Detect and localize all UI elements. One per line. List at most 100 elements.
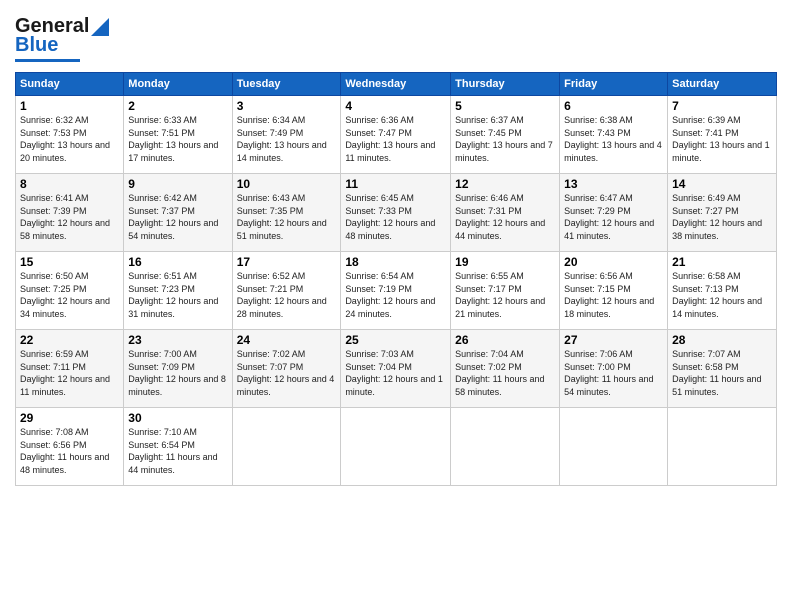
calendar-cell: 28 Sunrise: 7:07 AM Sunset: 6:58 PM Dayl…: [668, 330, 777, 408]
calendar-cell: 6 Sunrise: 6:38 AM Sunset: 7:43 PM Dayli…: [560, 96, 668, 174]
weekday-friday: Friday: [560, 73, 668, 96]
calendar-cell: 8 Sunrise: 6:41 AM Sunset: 7:39 PM Dayli…: [16, 174, 124, 252]
day-number: 14: [672, 177, 772, 191]
day-number: 1: [20, 99, 119, 113]
day-number: 7: [672, 99, 772, 113]
calendar-table: SundayMondayTuesdayWednesdayThursdayFrid…: [15, 72, 777, 486]
logo-underline: [15, 59, 80, 62]
day-info: Sunrise: 6:45 AM Sunset: 7:33 PM Dayligh…: [345, 192, 446, 242]
calendar-cell: 26 Sunrise: 7:04 AM Sunset: 7:02 PM Dayl…: [451, 330, 560, 408]
calendar-cell: 14 Sunrise: 6:49 AM Sunset: 7:27 PM Dayl…: [668, 174, 777, 252]
calendar-cell: 21 Sunrise: 6:58 AM Sunset: 7:13 PM Dayl…: [668, 252, 777, 330]
day-number: 6: [564, 99, 663, 113]
day-info: Sunrise: 6:47 AM Sunset: 7:29 PM Dayligh…: [564, 192, 663, 242]
day-number: 23: [128, 333, 227, 347]
day-info: Sunrise: 6:58 AM Sunset: 7:13 PM Dayligh…: [672, 270, 772, 320]
day-info: Sunrise: 6:38 AM Sunset: 7:43 PM Dayligh…: [564, 114, 663, 164]
calendar-cell: 29 Sunrise: 7:08 AM Sunset: 6:56 PM Dayl…: [16, 408, 124, 486]
day-info: Sunrise: 7:10 AM Sunset: 6:54 PM Dayligh…: [128, 426, 227, 476]
weekday-monday: Monday: [124, 73, 232, 96]
day-number: 12: [455, 177, 555, 191]
logo-triangle-icon: [89, 16, 111, 38]
day-number: 2: [128, 99, 227, 113]
calendar-cell: [451, 408, 560, 486]
logo-blue: Blue: [15, 34, 58, 57]
calendar-cell: 10 Sunrise: 6:43 AM Sunset: 7:35 PM Dayl…: [232, 174, 341, 252]
day-info: Sunrise: 6:59 AM Sunset: 7:11 PM Dayligh…: [20, 348, 119, 398]
calendar-cell: 1 Sunrise: 6:32 AM Sunset: 7:53 PM Dayli…: [16, 96, 124, 174]
day-info: Sunrise: 6:52 AM Sunset: 7:21 PM Dayligh…: [237, 270, 337, 320]
calendar-cell: 25 Sunrise: 7:03 AM Sunset: 7:04 PM Dayl…: [341, 330, 451, 408]
week-row-4: 22 Sunrise: 6:59 AM Sunset: 7:11 PM Dayl…: [16, 330, 777, 408]
day-number: 17: [237, 255, 337, 269]
calendar-cell: 23 Sunrise: 7:00 AM Sunset: 7:09 PM Dayl…: [124, 330, 232, 408]
day-info: Sunrise: 7:00 AM Sunset: 7:09 PM Dayligh…: [128, 348, 227, 398]
calendar-cell: 17 Sunrise: 6:52 AM Sunset: 7:21 PM Dayl…: [232, 252, 341, 330]
day-number: 4: [345, 99, 446, 113]
day-info: Sunrise: 7:03 AM Sunset: 7:04 PM Dayligh…: [345, 348, 446, 398]
day-info: Sunrise: 7:06 AM Sunset: 7:00 PM Dayligh…: [564, 348, 663, 398]
day-info: Sunrise: 6:43 AM Sunset: 7:35 PM Dayligh…: [237, 192, 337, 242]
day-number: 30: [128, 411, 227, 425]
weekday-header-row: SundayMondayTuesdayWednesdayThursdayFrid…: [16, 73, 777, 96]
day-number: 16: [128, 255, 227, 269]
day-number: 19: [455, 255, 555, 269]
calendar-cell: 11 Sunrise: 6:45 AM Sunset: 7:33 PM Dayl…: [341, 174, 451, 252]
day-info: Sunrise: 7:02 AM Sunset: 7:07 PM Dayligh…: [237, 348, 337, 398]
day-info: Sunrise: 6:42 AM Sunset: 7:37 PM Dayligh…: [128, 192, 227, 242]
day-info: Sunrise: 6:49 AM Sunset: 7:27 PM Dayligh…: [672, 192, 772, 242]
logo: General Blue: [15, 15, 111, 62]
calendar-cell: 16 Sunrise: 6:51 AM Sunset: 7:23 PM Dayl…: [124, 252, 232, 330]
day-info: Sunrise: 6:56 AM Sunset: 7:15 PM Dayligh…: [564, 270, 663, 320]
day-info: Sunrise: 6:46 AM Sunset: 7:31 PM Dayligh…: [455, 192, 555, 242]
day-number: 11: [345, 177, 446, 191]
week-row-1: 1 Sunrise: 6:32 AM Sunset: 7:53 PM Dayli…: [16, 96, 777, 174]
day-info: Sunrise: 7:08 AM Sunset: 6:56 PM Dayligh…: [20, 426, 119, 476]
calendar-cell: 7 Sunrise: 6:39 AM Sunset: 7:41 PM Dayli…: [668, 96, 777, 174]
day-info: Sunrise: 6:50 AM Sunset: 7:25 PM Dayligh…: [20, 270, 119, 320]
week-row-3: 15 Sunrise: 6:50 AM Sunset: 7:25 PM Dayl…: [16, 252, 777, 330]
day-number: 21: [672, 255, 772, 269]
calendar-cell: 18 Sunrise: 6:54 AM Sunset: 7:19 PM Dayl…: [341, 252, 451, 330]
week-row-5: 29 Sunrise: 7:08 AM Sunset: 6:56 PM Dayl…: [16, 408, 777, 486]
day-info: Sunrise: 6:41 AM Sunset: 7:39 PM Dayligh…: [20, 192, 119, 242]
header: General Blue: [15, 15, 777, 62]
calendar-cell: 2 Sunrise: 6:33 AM Sunset: 7:51 PM Dayli…: [124, 96, 232, 174]
calendar-cell: 30 Sunrise: 7:10 AM Sunset: 6:54 PM Dayl…: [124, 408, 232, 486]
day-info: Sunrise: 6:37 AM Sunset: 7:45 PM Dayligh…: [455, 114, 555, 164]
day-number: 13: [564, 177, 663, 191]
day-info: Sunrise: 6:34 AM Sunset: 7:49 PM Dayligh…: [237, 114, 337, 164]
calendar-cell: [232, 408, 341, 486]
calendar-cell: 13 Sunrise: 6:47 AM Sunset: 7:29 PM Dayl…: [560, 174, 668, 252]
weekday-tuesday: Tuesday: [232, 73, 341, 96]
day-number: 27: [564, 333, 663, 347]
day-number: 22: [20, 333, 119, 347]
day-info: Sunrise: 6:32 AM Sunset: 7:53 PM Dayligh…: [20, 114, 119, 164]
day-number: 5: [455, 99, 555, 113]
day-number: 8: [20, 177, 119, 191]
calendar-cell: 9 Sunrise: 6:42 AM Sunset: 7:37 PM Dayli…: [124, 174, 232, 252]
day-number: 10: [237, 177, 337, 191]
weekday-wednesday: Wednesday: [341, 73, 451, 96]
day-number: 24: [237, 333, 337, 347]
calendar-cell: 4 Sunrise: 6:36 AM Sunset: 7:47 PM Dayli…: [341, 96, 451, 174]
day-number: 3: [237, 99, 337, 113]
day-number: 28: [672, 333, 772, 347]
calendar-cell: 5 Sunrise: 6:37 AM Sunset: 7:45 PM Dayli…: [451, 96, 560, 174]
calendar-cell: 20 Sunrise: 6:56 AM Sunset: 7:15 PM Dayl…: [560, 252, 668, 330]
calendar-cell: 27 Sunrise: 7:06 AM Sunset: 7:00 PM Dayl…: [560, 330, 668, 408]
calendar-cell: 15 Sunrise: 6:50 AM Sunset: 7:25 PM Dayl…: [16, 252, 124, 330]
calendar-cell: 22 Sunrise: 6:59 AM Sunset: 7:11 PM Dayl…: [16, 330, 124, 408]
day-info: Sunrise: 7:07 AM Sunset: 6:58 PM Dayligh…: [672, 348, 772, 398]
weekday-saturday: Saturday: [668, 73, 777, 96]
calendar-cell: [560, 408, 668, 486]
day-info: Sunrise: 6:33 AM Sunset: 7:51 PM Dayligh…: [128, 114, 227, 164]
day-info: Sunrise: 6:36 AM Sunset: 7:47 PM Dayligh…: [345, 114, 446, 164]
day-info: Sunrise: 6:39 AM Sunset: 7:41 PM Dayligh…: [672, 114, 772, 164]
day-info: Sunrise: 6:54 AM Sunset: 7:19 PM Dayligh…: [345, 270, 446, 320]
calendar-cell: 3 Sunrise: 6:34 AM Sunset: 7:49 PM Dayli…: [232, 96, 341, 174]
calendar-cell: 24 Sunrise: 7:02 AM Sunset: 7:07 PM Dayl…: [232, 330, 341, 408]
week-row-2: 8 Sunrise: 6:41 AM Sunset: 7:39 PM Dayli…: [16, 174, 777, 252]
day-info: Sunrise: 6:51 AM Sunset: 7:23 PM Dayligh…: [128, 270, 227, 320]
day-number: 26: [455, 333, 555, 347]
